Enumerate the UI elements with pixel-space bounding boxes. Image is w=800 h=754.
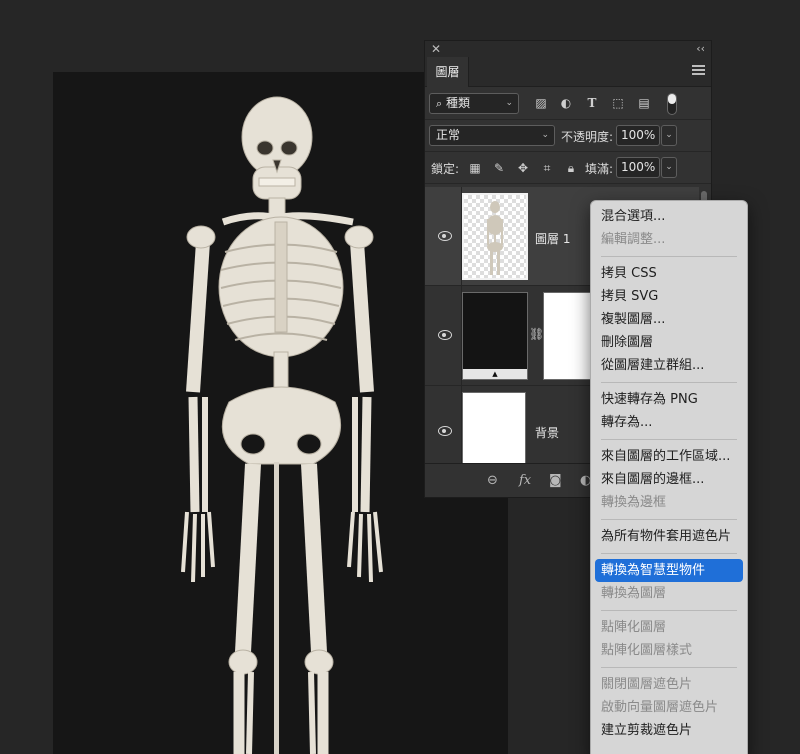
lock-artboard-icon[interactable]: ⌗ [539,160,555,176]
fill-slider-button[interactable]: ⌄ [661,157,677,178]
menu-item-artboard-from-layers[interactable]: 來自圖層的工作區域... [591,445,747,468]
lock-all-icon[interactable]: 🔒︎ [563,160,579,176]
menu-item-convert-to-smart-object[interactable]: 轉換為智慧型物件 [595,559,743,582]
layer-name[interactable]: 背景 [535,424,559,441]
histogram-marker-icon: ▲ [463,369,527,379]
fx-icon[interactable]: fx [519,473,531,488]
lock-transparent-icon[interactable]: ▦ [467,160,483,176]
menu-item-copy-svg[interactable]: 拷貝 SVG [591,285,747,308]
panel-tab-bar: 圖層 [425,57,711,87]
link-chain-icon[interactable]: ⛓︎ [529,327,544,341]
collapse-icon[interactable]: ‹‹ [696,41,705,57]
menu-separator [601,519,737,520]
filter-adjustment-icon[interactable]: ◐ [558,95,574,111]
filter-toggle[interactable] [667,93,677,115]
visibility-eye-icon[interactable] [436,231,452,241]
filter-kind-select[interactable]: ⌕ 種類 ⌄ [429,93,519,114]
search-icon: ⌕ [436,97,443,110]
visibility-eye-icon[interactable] [436,330,452,340]
menu-separator [601,553,737,554]
fill-input[interactable]: 100% [616,157,660,178]
lock-move-icon[interactable]: ✥ [515,160,531,176]
menu-item-duplicate-layer[interactable]: 複製圖層... [591,308,747,331]
filter-kind-value: 種類 [446,96,471,110]
menu-item-frame-from-layers[interactable]: 來自圖層的邊框... [591,468,747,491]
menu-separator [601,439,737,440]
link-layers-icon[interactable]: ⊖ [487,473,498,488]
filter-shape-icon[interactable]: ⬚ [610,95,626,111]
menu-item-disable-layer-mask: 關閉圖層遮色片 [601,677,693,692]
panel-menu-icon[interactable] [692,65,705,75]
menu-item-copy-css[interactable]: 拷貝 CSS [591,262,747,285]
menu-item-quick-export-png[interactable]: 快速轉存為 PNG [591,388,747,411]
menu-item-enable-vector-mask: 啟動向量圖層遮色片 [601,700,719,715]
layer-context-menu: 混合選項... 編輯調整... 拷貝 CSS 拷貝 SVG 複製圖層... 刪除… [590,200,748,754]
menu-separator [601,610,737,611]
menu-item-blending-options[interactable]: 混合選項... [591,205,747,228]
fill-label: 填滿: [585,162,614,176]
lock-paint-icon[interactable]: ✎ [491,160,507,176]
layer-name[interactable]: 圖層 1 [535,230,570,247]
menu-item-rasterize-layer-style: 點陣化圖層樣式 [601,643,693,658]
menu-item-create-clipping-mask[interactable]: 建立剪裁遮色片 [591,719,747,742]
menu-item-mask-all-objects[interactable]: 為所有物件套用遮色片 [591,525,747,548]
opacity-input[interactable]: 100% [616,125,660,146]
menu-item-group-from-layers[interactable]: 從圖層建立群組... [591,354,747,377]
menu-item-convert-to-frame: 轉換為邊框 [601,495,667,510]
filter-type-icon[interactable]: T [584,95,600,111]
filter-smart-object-icon[interactable]: ▤ [636,95,652,111]
menu-item-delete-layer[interactable]: 刪除圖層 [591,331,747,354]
panel-title-bar: ✕ ‹‹ [425,41,711,57]
filter-row: ⌕ 種類 ⌄ ▨ ◐ T ⬚ ▤ [425,87,711,120]
lock-row: 鎖定: ▦ ✎ ✥ ⌗ 🔒︎ 填滿: 100% ⌄ [425,152,711,184]
chevron-down-icon: ⌄ [505,98,513,108]
opacity-label: 不透明度: [561,130,614,144]
blend-mode-value: 正常 [436,128,461,142]
visibility-eye-icon[interactable] [436,426,452,436]
adjustment-thumbnail: ▲ [462,292,528,380]
filter-pixel-icon[interactable]: ▨ [533,95,549,111]
menu-separator [601,667,737,668]
close-icon[interactable]: ✕ [431,41,441,57]
menu-item-convert-to-layers: 轉換為圖層 [601,586,667,601]
tab-layers[interactable]: 圖層 [427,57,469,87]
add-mask-icon[interactable]: ◙ [549,473,562,488]
opacity-slider-button[interactable]: ⌄ [661,125,677,146]
chevron-down-icon: ⌄ [541,130,549,140]
menu-separator [601,382,737,383]
blend-row: 正常 ⌄ 不透明度: 100% ⌄ [425,120,711,152]
menu-item-export-as[interactable]: 轉存為... [591,411,747,434]
lock-label: 鎖定: [431,162,460,176]
background-thumbnail [462,392,526,468]
menu-item-edit-adjustment: 編輯調整... [601,232,666,247]
layer-thumbnail [462,193,528,280]
skeleton-thumbnail-icon [487,201,503,275]
menu-separator [601,256,737,257]
blend-mode-select[interactable]: 正常 ⌄ [429,125,555,146]
menu-item-rasterize-layer: 點陣化圖層 [601,620,667,635]
